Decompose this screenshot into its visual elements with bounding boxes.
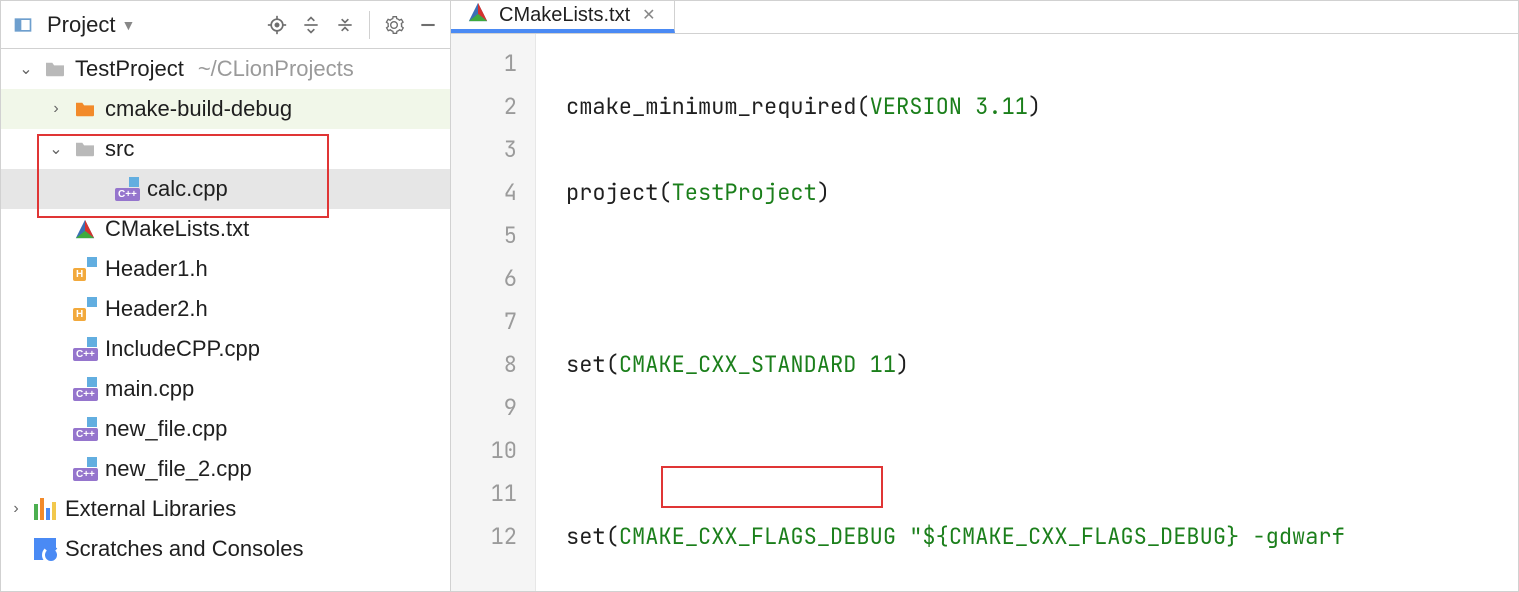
tree-file-newfile2[interactable]: C++ new_file_2.cpp: [1, 449, 450, 489]
tree-node-label: calc.cpp: [147, 176, 228, 202]
tree-file-newfile[interactable]: C++ new_file.cpp: [1, 409, 450, 449]
line-number: 12: [451, 515, 517, 558]
chevron-right-icon: ›: [47, 100, 65, 118]
tree-file-includecpp[interactable]: C++ IncludeCPP.cpp: [1, 329, 450, 369]
tree-node-label: IncludeCPP.cpp: [105, 336, 260, 362]
gutter: 1 2 3 4 5 6 7 8 9 10 11 12: [451, 34, 536, 591]
gear-icon[interactable]: [380, 11, 408, 39]
cmake-icon: [73, 217, 97, 241]
expand-all-icon[interactable]: [297, 11, 325, 39]
line-number: 10: [451, 429, 517, 472]
line-number: 5: [451, 214, 517, 257]
cpp-file-icon: C++: [73, 377, 97, 401]
tree-file-header1[interactable]: H Header1.h: [1, 249, 450, 289]
tree-node-path: ~/CLionProjects: [198, 56, 354, 82]
folder-icon: [73, 137, 97, 161]
tab-title: CMakeLists.txt: [499, 4, 630, 27]
tree-scratches[interactable]: Scratches and Consoles: [1, 529, 450, 569]
project-view-label: Project: [47, 12, 115, 38]
locate-icon[interactable]: [263, 11, 291, 39]
code-area[interactable]: 1 2 3 4 5 6 7 8 9 10 11 12 cmake_minimum…: [451, 34, 1518, 591]
line-number: 9: [451, 386, 517, 429]
code[interactable]: cmake_minimum_required(VERSION 3.11) pro…: [536, 34, 1518, 591]
tree-file-main[interactable]: C++ main.cpp: [1, 369, 450, 409]
external-libraries-icon: [33, 497, 57, 521]
hide-icon[interactable]: [414, 11, 442, 39]
editor: CMakeLists.txt ✕ 1 2 3 4 5 6 7 8 9 10 11…: [451, 1, 1518, 591]
line-number: 1: [451, 42, 517, 85]
line-number: 4: [451, 171, 517, 214]
folder-icon: [73, 97, 97, 121]
folder-icon: [43, 57, 67, 81]
cpp-file-icon: C++: [73, 457, 97, 481]
line-number: 3: [451, 128, 517, 171]
project-view-icon[interactable]: [9, 11, 37, 39]
project-toolbar: Project ▼: [1, 1, 450, 49]
chevron-down-icon: ⌄: [17, 59, 35, 79]
project-view-selector[interactable]: Project ▼: [43, 12, 139, 38]
tree-file-calc[interactable]: C++ calc.cpp: [1, 169, 450, 209]
close-icon[interactable]: ✕: [640, 3, 657, 27]
header-file-icon: H: [73, 297, 97, 321]
tree-node-label: Scratches and Consoles: [65, 536, 303, 562]
tree-build-dir[interactable]: › cmake-build-debug: [1, 89, 450, 129]
tree-src-dir[interactable]: ⌄ src: [1, 129, 450, 169]
tree-node-label: External Libraries: [65, 496, 236, 522]
tree-node-label: cmake-build-debug: [105, 96, 292, 122]
cpp-file-icon: C++: [115, 177, 139, 201]
tree-node-label: new_file_2.cpp: [105, 456, 252, 482]
scratches-icon: [33, 537, 57, 561]
tree-node-label: CMakeLists.txt: [105, 216, 249, 242]
chevron-right-icon: ›: [7, 500, 25, 518]
line-number: 6: [451, 257, 517, 300]
tree-project-root[interactable]: ⌄ TestProject ~/CLionProjects: [1, 49, 450, 89]
collapse-all-icon[interactable]: [331, 11, 359, 39]
cmake-icon: [467, 1, 489, 29]
editor-tab-cmakelists[interactable]: CMakeLists.txt ✕: [451, 1, 675, 33]
editor-tabbar: CMakeLists.txt ✕: [451, 1, 1518, 34]
line-number: 8: [451, 343, 517, 386]
line-number: 11: [451, 472, 517, 515]
tree-node-label: Header2.h: [105, 296, 208, 322]
header-file-icon: H: [73, 257, 97, 281]
chevron-down-icon: ▼: [121, 17, 135, 33]
tree-external-libraries[interactable]: › External Libraries: [1, 489, 450, 529]
chevron-down-icon: ⌄: [47, 139, 65, 159]
line-number: 2: [451, 85, 517, 128]
tree-node-label: new_file.cpp: [105, 416, 227, 442]
tree-node-label: main.cpp: [105, 376, 194, 402]
highlight-box: [661, 466, 883, 508]
project-tree: ⌄ TestProject ~/CLionProjects › cmake-bu…: [1, 49, 450, 591]
project-tool-window: Project ▼ ⌄: [1, 1, 451, 591]
cpp-file-icon: C++: [73, 337, 97, 361]
tree-node-label: src: [105, 136, 134, 162]
tree-node-label: TestProject: [75, 56, 184, 82]
tree-node-label: Header1.h: [105, 256, 208, 282]
cpp-file-icon: C++: [73, 417, 97, 441]
line-number: 7: [451, 300, 517, 343]
tree-file-cmakelists[interactable]: CMakeLists.txt: [1, 209, 450, 249]
tree-file-header2[interactable]: H Header2.h: [1, 289, 450, 329]
